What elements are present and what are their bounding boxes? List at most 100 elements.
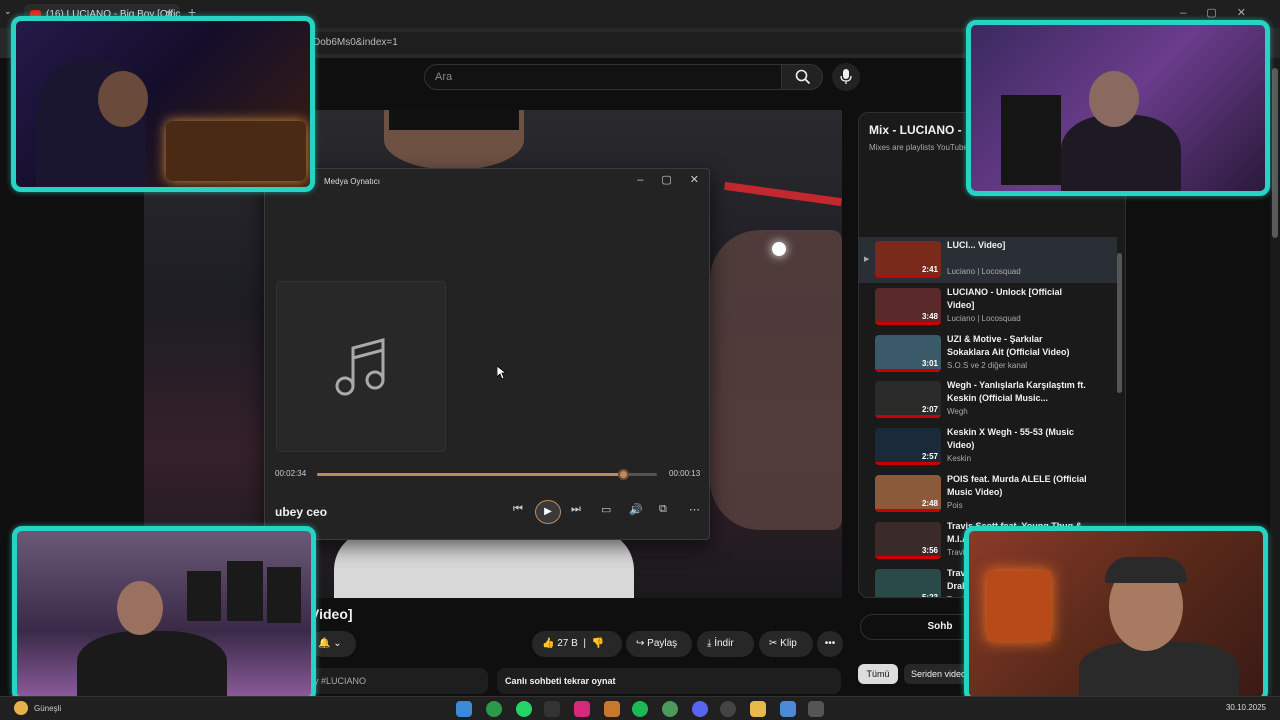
start-menu-icon[interactable] [456, 701, 472, 717]
webcam-overlay-top-right [966, 20, 1270, 196]
duration-badge: 2:07 [921, 405, 938, 415]
clip-button[interactable]: ✂ Klip [759, 631, 813, 657]
playlist-item[interactable]: 2:48 POIS feat. Murda ALELE (Official Mus… [859, 471, 1117, 517]
weather-sun-icon [14, 701, 28, 715]
time-current: 00:02:34 [275, 469, 307, 478]
duration-badge: 2:48 [921, 499, 938, 508]
whatsapp-icon[interactable] [516, 701, 532, 717]
search-input[interactable]: Ara [424, 64, 782, 90]
webcam-person [77, 631, 227, 697]
replay-chat-button[interactable]: Canlı sohbeti tekrar oynat [497, 668, 841, 694]
playlist-item-channel: Luciano | Locosquad [947, 267, 1021, 276]
video-title: Video] [310, 606, 353, 622]
playlist-item-title: LUCIANO - Unlock [Official Video] [947, 286, 1063, 310]
playlist-thumbnail: 2:48 [875, 475, 941, 512]
thumbs-down-icon[interactable]: 👎 [592, 638, 604, 649]
watched-bar [875, 462, 941, 466]
playlist-item-channel: S.O.S ve 2 diğer kanal [947, 360, 1028, 370]
next-track-icon[interactable]: ⏭ [571, 503, 581, 516]
minimize-icon[interactable]: – [637, 174, 643, 186]
playlist-item[interactable]: 3:48 LUCIANO - Unlock [Official Video] Luc… [859, 284, 1117, 330]
webcam-fireplace [987, 571, 1051, 641]
page-scrollbar[interactable] [1270, 58, 1280, 696]
voice-search-button[interactable] [832, 63, 860, 91]
download-label: İndir [714, 638, 734, 649]
previous-track-icon[interactable]: ⏮ [513, 503, 523, 516]
video-frame-arm [710, 230, 842, 530]
download-button[interactable]: ⤓ İndir [697, 631, 754, 657]
chrome-profile-icon[interactable] [662, 701, 678, 717]
volume-icon[interactable]: 🔊 [629, 503, 643, 516]
tab-menu-icon[interactable]: ⌄ [4, 6, 12, 17]
subtitles-icon[interactable]: ▭ [601, 503, 611, 516]
description-box[interactable]: y #LUCIANO [310, 668, 488, 694]
playlist-item-title: LUCI... Video] [947, 240, 1006, 250]
taskbar-date: 30.10.2025 [1225, 703, 1266, 712]
page-scrollbar-thumb[interactable] [1272, 68, 1278, 238]
seek-bar[interactable] [317, 469, 657, 480]
windows-taskbar: Güneşli 30.10.2025 [0, 696, 1280, 720]
share-label: Paylaş [647, 638, 678, 649]
discord-icon[interactable] [692, 701, 708, 717]
playlist-thumbnail: 5:23 [875, 568, 941, 598]
search-button[interactable] [781, 64, 823, 90]
webcam-background-panel [1001, 95, 1061, 185]
app2-icon[interactable] [720, 701, 736, 717]
maximize-icon[interactable]: ▢ [661, 174, 671, 186]
url-field[interactable]: Dob6Ms0&index=1 [210, 32, 970, 54]
video-frame-light [724, 181, 842, 207]
brave-icon[interactable] [604, 701, 620, 717]
app-icon[interactable] [544, 701, 560, 717]
media-player-taskbar-icon[interactable] [808, 701, 824, 717]
duration-badge: 2:57 [921, 452, 938, 462]
like-button[interactable]: 👍 27 B | 👎 [532, 631, 622, 657]
spotify-icon[interactable] [632, 701, 648, 717]
window-controls[interactable]: –▢✕ [1180, 6, 1266, 19]
instagram-icon[interactable] [574, 701, 590, 717]
playlist-title: Mix - LUCIANO - [869, 123, 962, 137]
song-title: ubey ceo [275, 505, 328, 519]
video-frame-cap [389, 110, 519, 130]
close-icon[interactable]: ✕ [690, 174, 699, 186]
playlist-item[interactable]: ▶ 2:41 LUCI... Video] Luciano | Locosquad [859, 237, 1117, 283]
chrome-icon[interactable] [486, 701, 502, 717]
search-icon [795, 69, 811, 85]
playlist-item-channel: Travi [947, 595, 964, 597]
file-explorer-icon[interactable] [750, 701, 766, 717]
app3-icon[interactable] [780, 701, 796, 717]
duration-badge: 3:01 [921, 358, 938, 368]
playlist-item-title: Wegh - Yanlışlarla Karşılaştım ft. Keski… [947, 380, 1086, 404]
seek-bar-fill [317, 473, 623, 476]
notification-bell-button[interactable]: 🔔 ⌄ [310, 631, 356, 657]
duration-badge: 3:48 [921, 311, 938, 321]
music-note-icon [335, 338, 385, 396]
share-button[interactable]: ↪ Paylaş [626, 631, 692, 657]
more-icon: ••• [824, 638, 836, 649]
playlist-scrollbar[interactable] [1117, 253, 1122, 393]
play-button[interactable]: ▶ [535, 500, 561, 524]
clip-label: Klip [780, 638, 797, 649]
playlist-item[interactable]: 2:07 Wegh - Yanlışlarla Karşılaştım ft. K… [859, 377, 1117, 423]
playlist-item[interactable]: 2:57 Keskin X Wegh - 55-53 (Music Video) K… [859, 424, 1117, 470]
playlist-thumbnail: 3:01 [875, 334, 941, 372]
webcam-acoustic-panel [227, 561, 263, 621]
thumbs-up-icon: 👍 [542, 638, 555, 649]
playlist-item-channel: Luciano | Locosquad [947, 313, 1021, 323]
chip-all[interactable]: Tümü [858, 664, 898, 684]
share-icon: ↪ [636, 638, 645, 649]
seek-bar-knob[interactable] [618, 469, 629, 480]
webcam-beanie [1105, 557, 1187, 583]
duration-badge: 5:23 [921, 592, 938, 598]
weather-label: Güneşli [34, 704, 62, 713]
now-playing-icon: ▶ [864, 256, 870, 263]
media-player-title: Medya Oynatıcı [324, 177, 381, 186]
playlist-item-title: Keskin X Wegh - 55-53 (Music Video) [947, 427, 1074, 451]
mini-player-icon[interactable]: ⧉ [659, 503, 667, 516]
webcam-head [98, 71, 148, 127]
playlist-item[interactable]: 3:01 UZI & Motive - Şarkılar Sokaklara Ai… [859, 331, 1117, 377]
more-options-icon[interactable]: ⋯ [689, 503, 700, 516]
download-icon: ⤓ [707, 638, 712, 649]
duration-badge: 3:56 [921, 545, 938, 555]
playlist-item-channel: Keskin [947, 454, 972, 464]
more-actions-button[interactable]: ••• [817, 631, 843, 657]
